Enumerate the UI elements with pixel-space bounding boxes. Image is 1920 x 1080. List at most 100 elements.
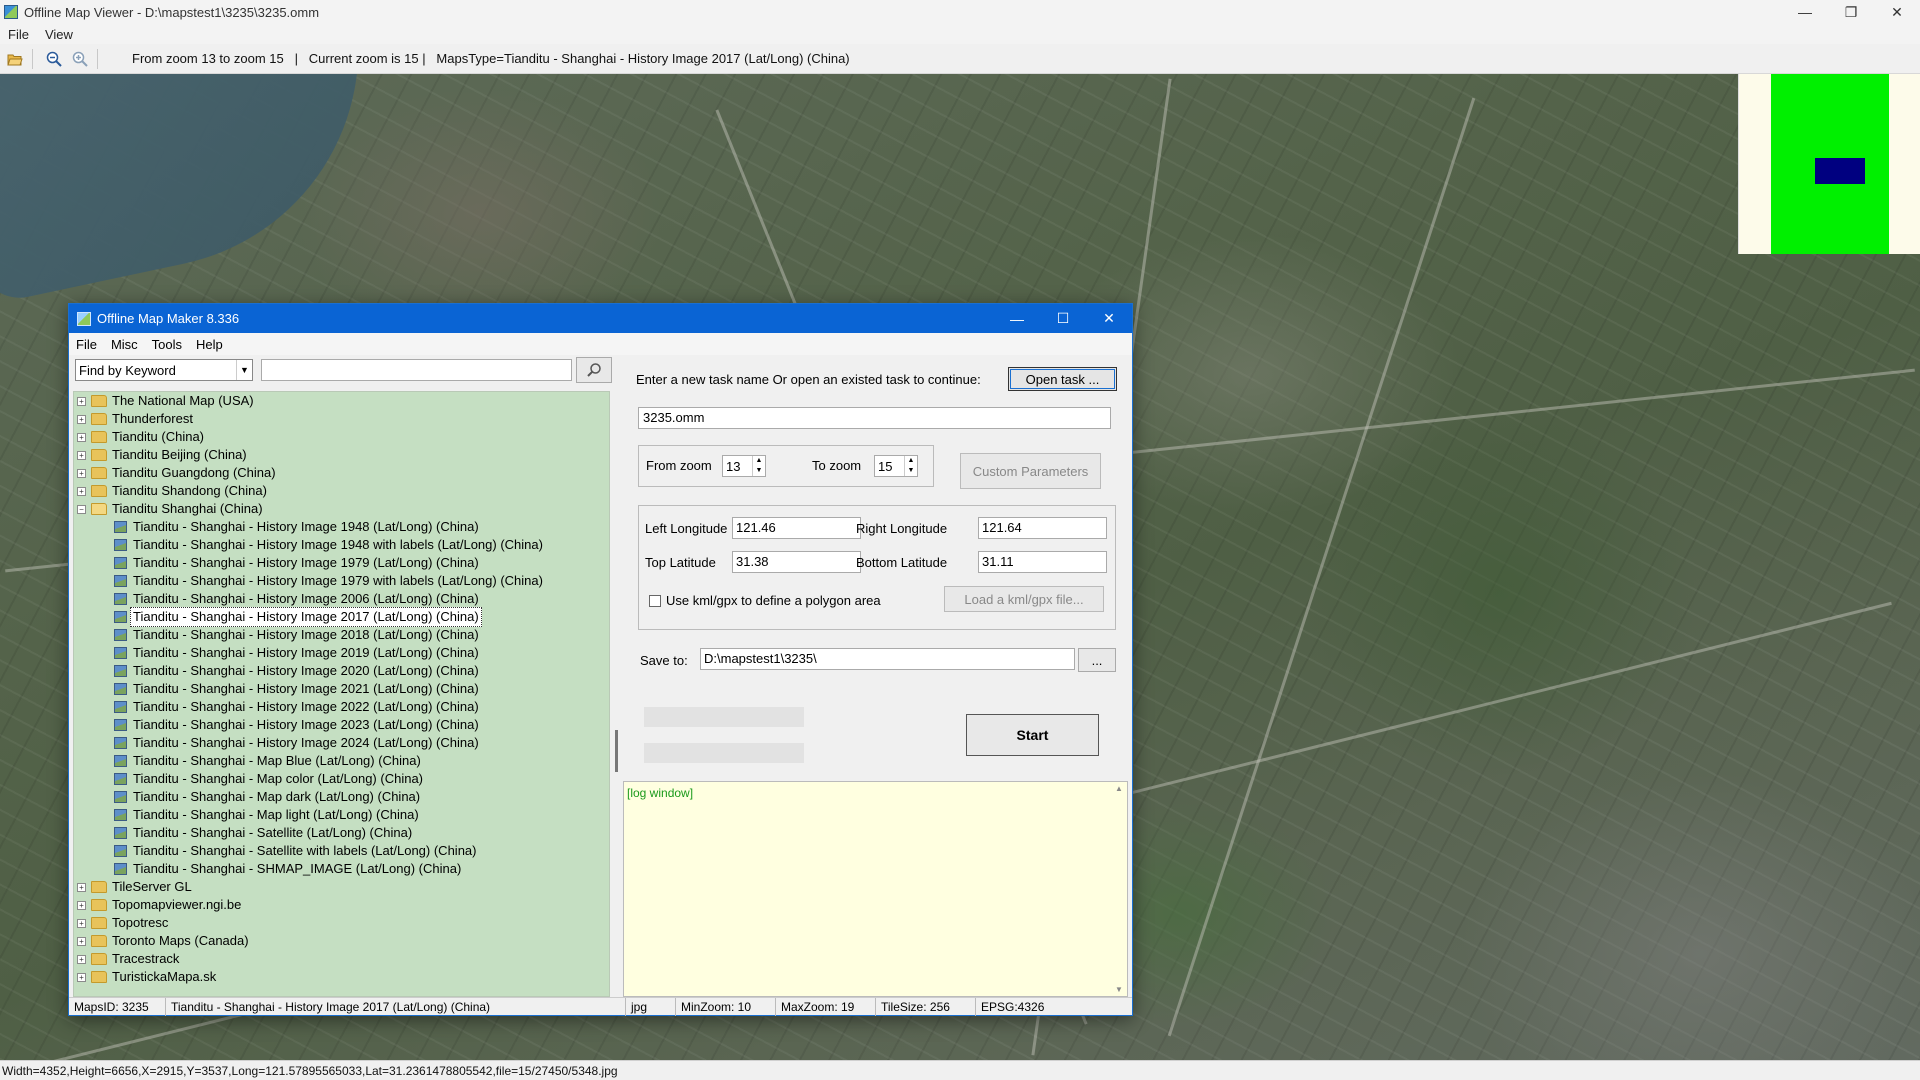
tree-folder-item[interactable]: + TileServer GL bbox=[74, 878, 609, 896]
left-longitude-input[interactable]: 121.46 bbox=[732, 517, 861, 539]
maker-close-button[interactable]: ✕ bbox=[1086, 304, 1132, 333]
load-kml-button[interactable]: Load a kml/gpx file... bbox=[944, 586, 1104, 612]
tree-item-label: Tianditu - Shanghai - History Image 2019… bbox=[133, 645, 479, 660]
from-zoom-stepper[interactable]: 13 ▲ ▼ bbox=[722, 455, 766, 477]
tree-folder-item[interactable]: + Topomapviewer.ngi.be bbox=[74, 896, 609, 914]
tree-folder-item[interactable]: + Thunderforest bbox=[74, 410, 609, 428]
custom-parameters-button[interactable]: Custom Parameters bbox=[960, 453, 1101, 489]
tree-map-item[interactable]: Tianditu - Shanghai - Map dark (Lat/Long… bbox=[74, 788, 609, 806]
maker-minimize-button[interactable]: — bbox=[994, 304, 1040, 333]
scroll-up-icon[interactable]: ▲ bbox=[1115, 784, 1123, 793]
tree-folder-item[interactable]: + Topotresc bbox=[74, 914, 609, 932]
viewer-minimize-button[interactable]: — bbox=[1782, 0, 1828, 24]
tree-map-item[interactable]: Tianditu - Shanghai - History Image 1948… bbox=[74, 518, 609, 536]
tree-map-item[interactable]: Tianditu - Shanghai - History Image 2022… bbox=[74, 698, 609, 716]
maker-menu-tools[interactable]: Tools bbox=[145, 337, 189, 352]
to-zoom-stepper[interactable]: 15 ▲ ▼ bbox=[874, 455, 918, 477]
viewer-maximize-button[interactable]: ❐ bbox=[1828, 0, 1874, 24]
tree-map-item[interactable]: Tianditu - Shanghai - History Image 2020… bbox=[74, 662, 609, 680]
tree-map-item[interactable]: Tianditu - Shanghai - History Image 2017… bbox=[74, 607, 609, 627]
log-window[interactable]: [log window] ▲ ▼ bbox=[623, 781, 1128, 997]
tree-folder-item[interactable]: + Tianditu Shandong (China) bbox=[74, 482, 609, 500]
expand-icon[interactable]: + bbox=[77, 972, 86, 982]
expand-icon[interactable]: + bbox=[77, 486, 86, 496]
viewer-close-button[interactable]: ✕ bbox=[1874, 0, 1920, 24]
tree-map-item[interactable]: Tianditu - Shanghai - Satellite with lab… bbox=[74, 842, 609, 860]
search-button[interactable] bbox=[576, 357, 612, 383]
map-overview[interactable] bbox=[1738, 74, 1920, 254]
viewer-toolbar: From zoom 13 to zoom 15 | Current zoom i… bbox=[0, 44, 1920, 74]
tree-folder-item[interactable]: + Toronto Maps (Canada) bbox=[74, 932, 609, 950]
tree-map-item[interactable]: Tianditu - Shanghai - SHMAP_IMAGE (Lat/L… bbox=[74, 860, 609, 878]
tree-folder-item[interactable]: + Tianditu Beijing (China) bbox=[74, 446, 609, 464]
log-scrollbar[interactable]: ▲ ▼ bbox=[1113, 782, 1127, 996]
expand-icon[interactable]: + bbox=[77, 882, 86, 892]
start-button[interactable]: Start bbox=[966, 714, 1099, 756]
tree-map-item[interactable]: Tianditu - Shanghai - Map color (Lat/Lon… bbox=[74, 770, 609, 788]
maker-menu-misc[interactable]: Misc bbox=[104, 337, 145, 352]
bottom-latitude-input[interactable]: 31.11 bbox=[978, 551, 1107, 573]
maker-menu-file[interactable]: File bbox=[69, 337, 104, 352]
overview-viewport[interactable] bbox=[1815, 158, 1865, 184]
tree-map-item[interactable]: Tianditu - Shanghai - Map light (Lat/Lon… bbox=[74, 806, 609, 824]
tree-item-label: Tianditu Shandong (China) bbox=[112, 483, 267, 498]
tree-item-label: Thunderforest bbox=[112, 411, 193, 426]
save-path-input[interactable]: D:\mapstest1\3235\ bbox=[700, 648, 1075, 670]
expand-icon[interactable]: + bbox=[77, 414, 86, 424]
expand-icon[interactable]: + bbox=[77, 954, 86, 964]
tree-item-label: Tianditu - Shanghai - Satellite (Lat/Lon… bbox=[133, 825, 413, 840]
tree-folder-item[interactable]: + Tracestrack bbox=[74, 950, 609, 968]
expand-icon[interactable]: + bbox=[77, 432, 86, 442]
open-task-button[interactable]: Open task ... bbox=[1008, 367, 1117, 391]
map-image-icon bbox=[114, 521, 127, 533]
tree-folder-item[interactable]: + Tianditu Guangdong (China) bbox=[74, 464, 609, 482]
expand-icon[interactable]: + bbox=[77, 900, 86, 910]
tree-map-item[interactable]: Tianditu - Shanghai - History Image 2021… bbox=[74, 680, 609, 698]
stepper-down-icon[interactable]: ▼ bbox=[753, 466, 765, 476]
open-folder-icon[interactable] bbox=[4, 48, 26, 70]
expand-icon[interactable]: + bbox=[77, 450, 86, 460]
stepper-up-icon[interactable]: ▲ bbox=[753, 456, 765, 466]
tree-map-item[interactable]: Tianditu - Shanghai - History Image 2019… bbox=[74, 644, 609, 662]
maker-maximize-button[interactable]: ☐ bbox=[1040, 304, 1086, 333]
tree-map-item[interactable]: Tianditu - Shanghai - History Image 2018… bbox=[74, 626, 609, 644]
tree-scrollbar[interactable] bbox=[615, 730, 618, 772]
stepper-up-icon[interactable]: ▲ bbox=[905, 456, 917, 466]
expand-icon[interactable]: + bbox=[77, 936, 86, 946]
tree-folder-item[interactable]: − Tianditu Shanghai (China) bbox=[74, 500, 609, 518]
tree-folder-item[interactable]: + TuristickaMapa.sk bbox=[74, 968, 609, 986]
scroll-down-icon[interactable]: ▼ bbox=[1115, 985, 1123, 994]
kml-polygon-checkbox[interactable] bbox=[649, 595, 661, 607]
map-source-tree[interactable]: + The National Map (USA) + Thunderforest + Ti… bbox=[73, 391, 610, 997]
task-name-input[interactable]: 3235.omm bbox=[638, 407, 1111, 429]
viewer-status-text: Width=4352,Height=6656,X=2915,Y=3537,Lon… bbox=[2, 1063, 618, 1078]
tree-map-item[interactable]: Tianditu - Shanghai - History Image 2023… bbox=[74, 716, 609, 734]
tree-map-item[interactable]: Tianditu - Shanghai - Map Blue (Lat/Long… bbox=[74, 752, 609, 770]
zoom-in-icon[interactable] bbox=[69, 48, 91, 70]
tree-map-item[interactable]: Tianditu - Shanghai - History Image 2024… bbox=[74, 734, 609, 752]
chevron-down-icon[interactable]: ▼ bbox=[236, 360, 252, 380]
viewer-menu-file[interactable]: File bbox=[0, 27, 37, 42]
maker-menu-help[interactable]: Help bbox=[189, 337, 230, 352]
tree-map-item[interactable]: Tianditu - Shanghai - Satellite (Lat/Lon… bbox=[74, 824, 609, 842]
zoom-out-icon[interactable] bbox=[43, 48, 65, 70]
tree-map-item[interactable]: Tianditu - Shanghai - History Image 2006… bbox=[74, 590, 609, 608]
tree-map-item[interactable]: Tianditu - Shanghai - History Image 1979… bbox=[74, 572, 609, 590]
tree-map-item[interactable]: Tianditu - Shanghai - History Image 1979… bbox=[74, 554, 609, 572]
expand-icon[interactable]: + bbox=[77, 918, 86, 928]
tree-map-item[interactable]: Tianditu - Shanghai - History Image 1948… bbox=[74, 536, 609, 554]
expand-icon[interactable]: + bbox=[77, 468, 86, 478]
search-input[interactable] bbox=[261, 359, 572, 381]
stepper-down-icon[interactable]: ▼ bbox=[905, 466, 917, 476]
folder-open-icon bbox=[91, 503, 107, 515]
viewer-menu-view[interactable]: View bbox=[37, 27, 81, 42]
tree-folder-item[interactable]: + The National Map (USA) bbox=[74, 392, 609, 410]
expand-icon[interactable]: + bbox=[77, 396, 86, 406]
right-longitude-input[interactable]: 121.64 bbox=[978, 517, 1107, 539]
search-mode-select[interactable]: Find by Keyword ▼ bbox=[75, 359, 253, 381]
browse-button[interactable]: ... bbox=[1078, 648, 1116, 672]
tree-folder-item[interactable]: + Tianditu (China) bbox=[74, 428, 609, 446]
collapse-icon[interactable]: − bbox=[77, 504, 86, 514]
top-latitude-label: Top Latitude bbox=[645, 555, 716, 570]
top-latitude-input[interactable]: 31.38 bbox=[732, 551, 861, 573]
